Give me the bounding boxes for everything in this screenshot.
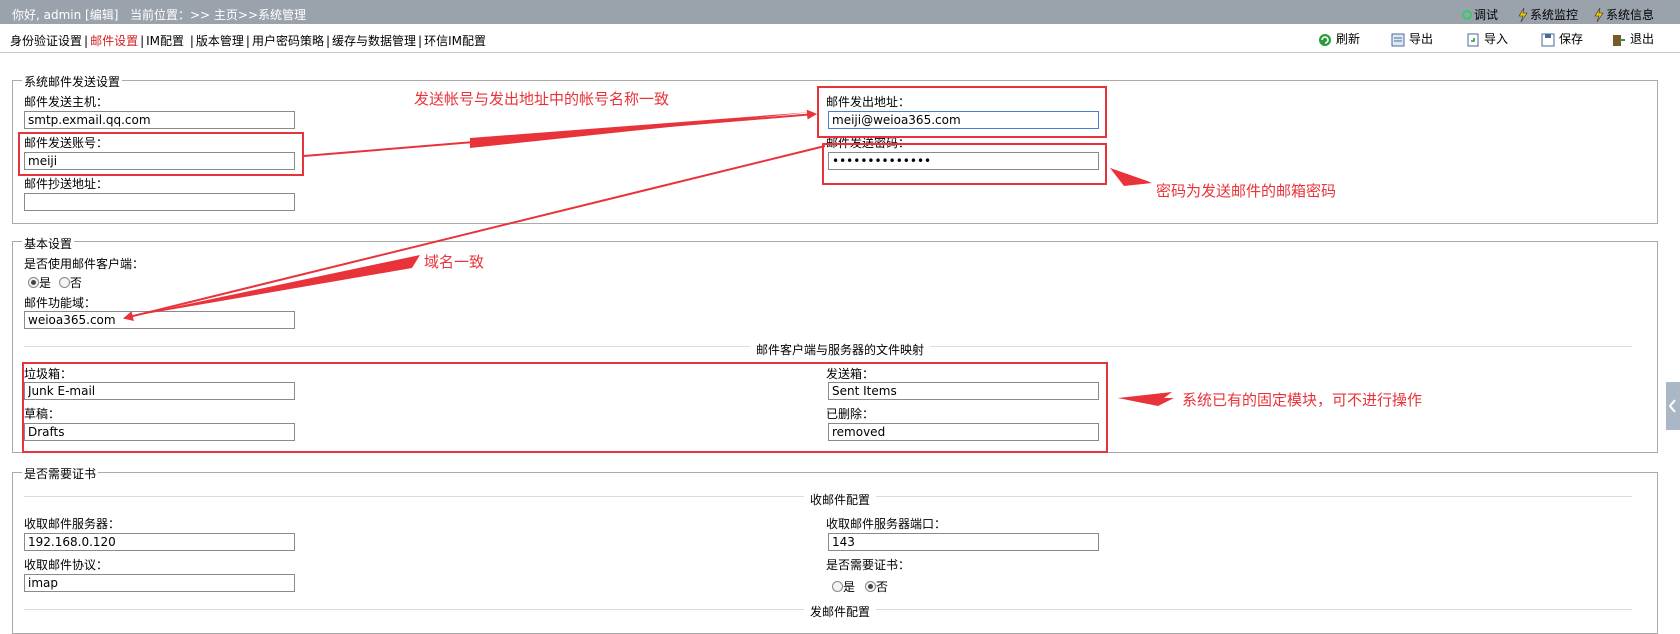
chevron-left-icon (1668, 399, 1676, 413)
side-panel-toggle[interactable] (1666, 382, 1680, 430)
arrow-from-to-domain (123, 145, 826, 321)
annotation-arrows (122, 109, 1174, 406)
arrow-account-wedge (470, 112, 812, 148)
